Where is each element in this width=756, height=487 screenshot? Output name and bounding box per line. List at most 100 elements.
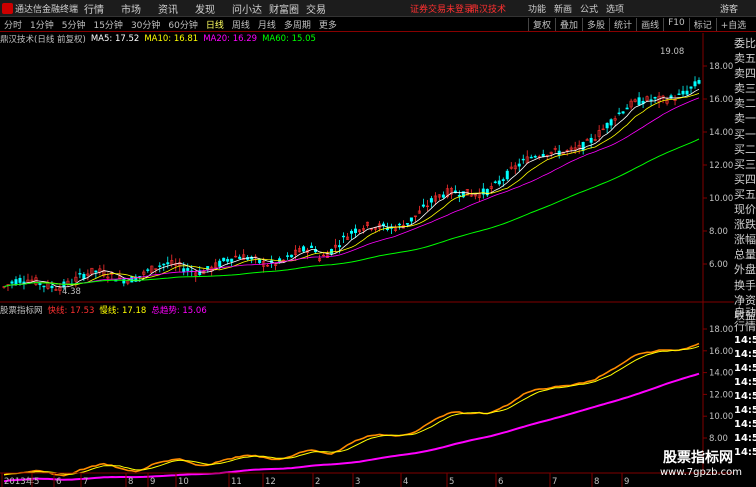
candle-body [94,270,98,273]
candle-body [14,279,18,285]
candle-body [226,259,230,262]
candle-body [302,246,306,252]
price-tick-label: 6.00 [709,260,728,270]
app-logo-icon [2,2,13,14]
menu-bar: 通达信金融终端 行情 市场 资讯 发现 问小达 财富圈 交易 证券交易未登录 鼎… [0,0,756,17]
ma5-line [3,88,700,288]
period-60min[interactable]: 60分钟 [164,18,201,31]
time-tick-label: 7 [552,477,557,487]
tool-zixuan[interactable]: +自选 [715,17,751,31]
candle-body [677,93,681,95]
slow-line [3,345,700,476]
period-5min[interactable]: 5分钟 [58,18,90,31]
menu-item-hangqing[interactable]: 行情 [84,1,121,16]
side-hangqing[interactable]: 行情 [734,320,756,334]
time-tick-label: 12 [265,477,276,487]
side-sell2: 卖二 [734,97,756,111]
time-tick-label: 10 [178,477,189,487]
ma10-line [3,93,700,287]
candle-body [421,204,425,207]
menu-item-wenxiaoda[interactable]: 问小达 [232,1,269,16]
side-sell4: 卖四 [734,67,756,81]
tick-side-panel: 自动 行情 14:50 14:50 14:50 14:50 14:50 14:5… [734,306,756,460]
time-tick-label: 2013年 [4,476,35,487]
price-tick-label: 8.00 [709,227,728,237]
menu-item-gongshi[interactable]: 公式 [580,2,606,15]
candle-body [82,274,86,279]
menu-item-shichang[interactable]: 市场 [121,1,158,16]
candle-body [405,223,409,225]
candle-body [429,198,433,203]
candle-body [529,156,533,159]
menu-item-xuanxiang[interactable]: 选项 [606,2,632,15]
candle-body [457,195,461,197]
time-tick-label: 6 [56,477,61,487]
candle-body [342,235,346,238]
price-tick-label: 12.00 [709,161,733,171]
menu-item-zixun[interactable]: 资讯 [158,1,195,16]
period-monthly[interactable]: 月线 [254,18,280,31]
watermark: 股票指标网 www.7gpzb.com [660,447,742,478]
kline-chart[interactable]: 18.00 16.00 14.00 12.00 10.00 8.00 6.00 18.00 16… [0,33,734,487]
side-change-pct: 涨幅 [734,233,756,247]
period-more[interactable]: 更多 [315,18,341,31]
candle-body [162,263,166,266]
candle-body [625,107,629,110]
tick-time: 14:50 [734,447,756,458]
menu-item-gongneng[interactable]: 功能 [528,2,554,15]
price-tick-label: 14.00 [709,128,733,138]
side-auto[interactable]: 自动 [734,306,756,320]
time-tick-label: 2 [315,477,320,487]
stock-title: 鼎汉技术(日线 前复权) [0,35,86,45]
period-daily[interactable]: 日线 [202,18,228,31]
ma10-value: MA10: 16.81 [144,34,199,44]
app-title-text: 通达信金融终端 [15,4,79,15]
candle-body [182,268,186,272]
trend-value: 总趋势: 15.06 [151,306,207,316]
tool-huaxian[interactable]: 画线 [636,17,663,31]
login-notice[interactable]: 证券交易未登录 [410,2,473,15]
guest-label[interactable]: 游客 [720,2,738,15]
menu-item-caifuquan[interactable]: 财富圈 [269,1,306,16]
side-buy5: 买五 [734,187,756,201]
candle-body [653,97,657,99]
candle-body [238,256,242,259]
side-sell3: 卖三 [734,82,756,96]
candle-body [681,90,685,95]
menu-item-jiaoyi[interactable]: 交易 [306,1,343,16]
tool-diejia[interactable]: 叠加 [555,17,582,31]
tool-f10[interactable]: F10 [663,17,689,31]
candle-body [689,86,693,89]
time-tick-label: 3 [355,477,360,487]
period-1min[interactable]: 1分钟 [26,18,58,31]
period-weekly[interactable]: 周线 [228,18,254,31]
ma5-value: MA5: 17.52 [90,34,140,44]
time-tick-label: 11 [231,477,242,487]
price-tick-label: 16.00 [709,95,733,105]
candle-body [517,163,521,167]
candle-body [286,255,290,257]
candle-body [258,259,262,264]
menu-item-faxian[interactable]: 发现 [195,1,232,16]
candle-body [637,97,641,106]
period-multi[interactable]: 多周期 [280,18,315,31]
indicator-tick-label: 18.00 [709,325,733,335]
tool-biaoji[interactable]: 标记 [688,17,716,31]
candle-body [493,181,497,183]
time-tick-label: 7 [83,477,88,487]
candle-body [497,180,501,185]
period-fenshi[interactable]: 分时 [0,18,26,31]
tool-duogu[interactable]: 多股 [582,17,609,31]
main-chart-header: 鼎汉技术(日线 前复权) MA5: 17.52 MA10: 16.81 MA20… [0,33,321,45]
tool-tongji[interactable]: 统计 [609,17,636,31]
candle-body [166,262,170,265]
tool-fuquan[interactable]: 复权 [528,17,555,31]
period-15min[interactable]: 15分钟 [89,18,126,31]
period-30min[interactable]: 30分钟 [127,18,164,31]
tick-time: 14:50 [734,349,756,360]
sub-chart-header: 股票指标网 快线: 17.53 慢线: 17.18 总趋势: 15.06 [0,304,212,316]
indicator-tick-label: 16.00 [709,347,733,357]
candle-body [78,273,82,275]
side-volume: 总量 [734,248,756,262]
menu-item-xinhua[interactable]: 新画 [554,2,580,15]
